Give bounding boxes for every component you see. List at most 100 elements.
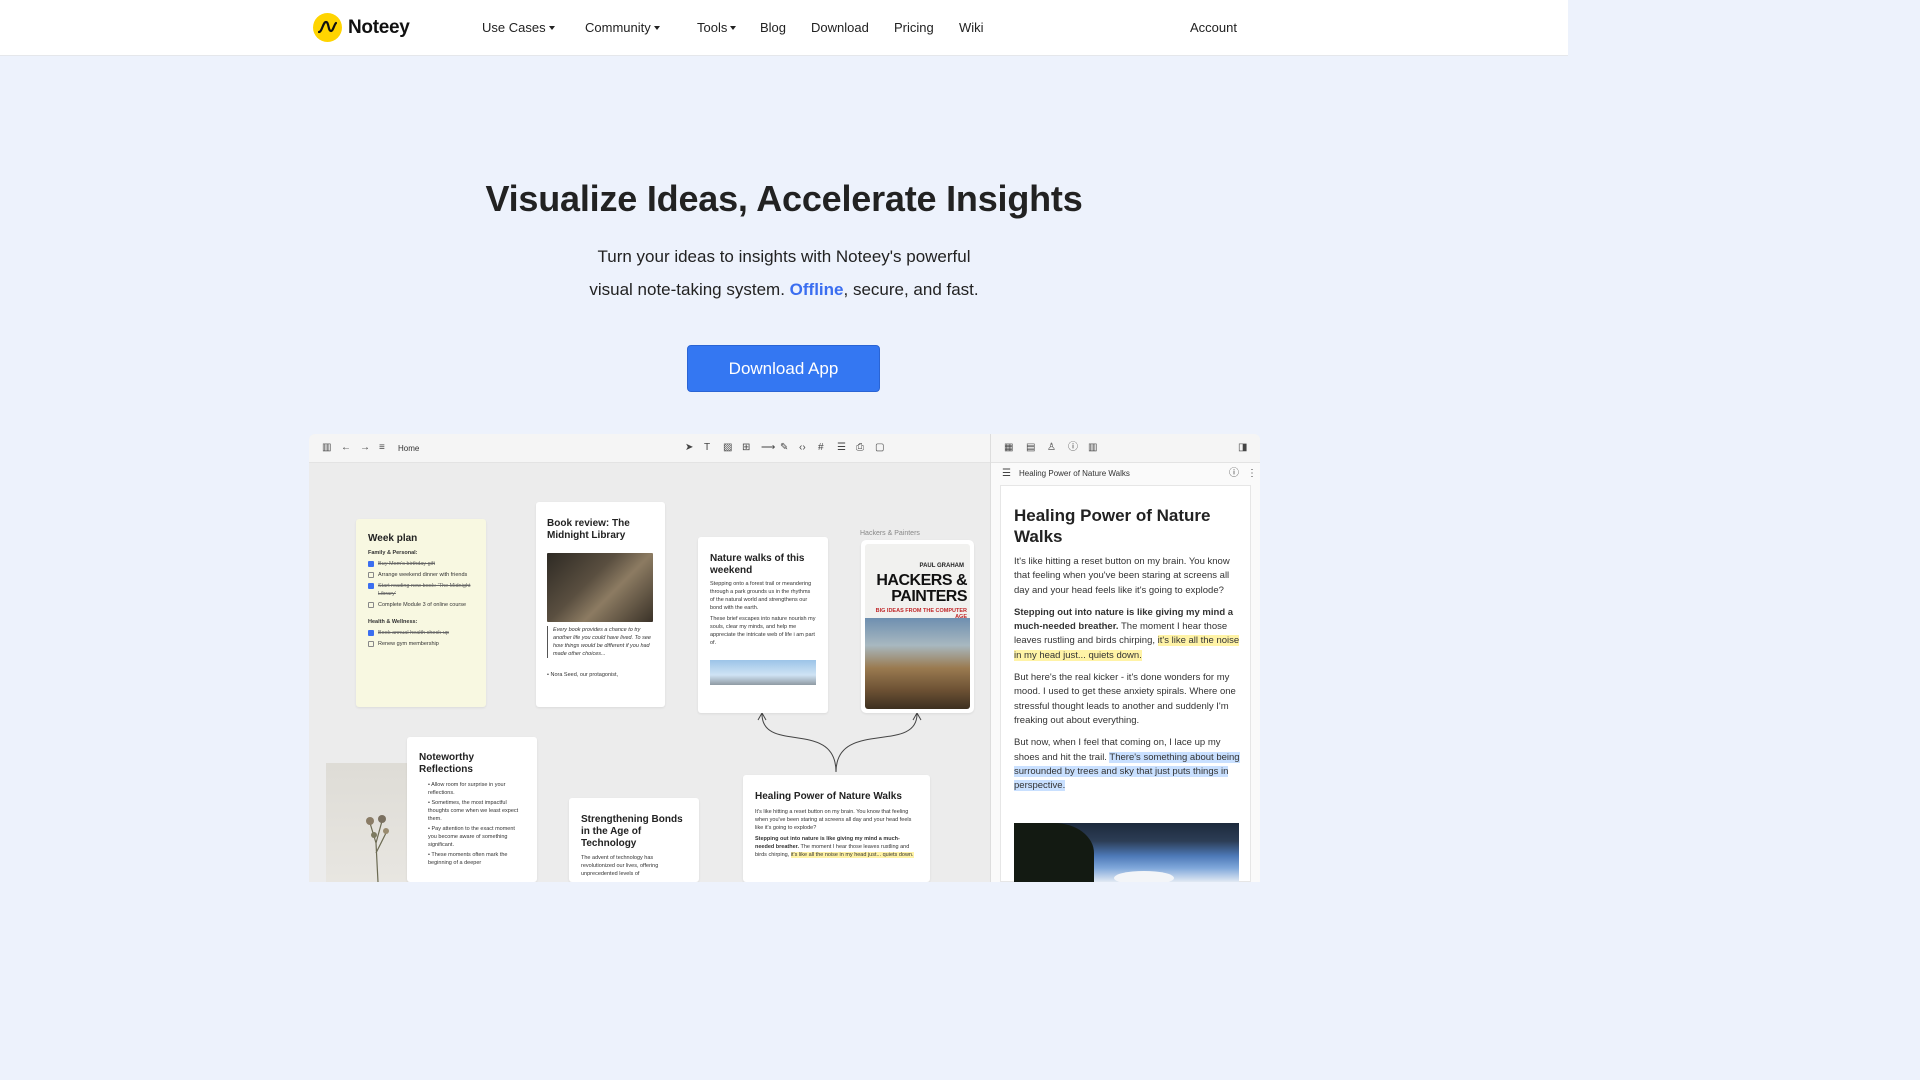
- card-title: Noteworthy Reflections: [419, 752, 474, 775]
- card-title: Strengthening Bonds in the Age of Techno…: [581, 814, 683, 849]
- section-label: Family & Personal:: [368, 550, 418, 556]
- checkbox-icon[interactable]: [368, 572, 374, 578]
- checklist-item[interactable]: Arrange weekend dinner with friends: [368, 571, 474, 579]
- checklist-item[interactable]: Complete Module 3 of online course: [368, 601, 474, 609]
- checklist-item[interactable]: Start reading new book: 'The Midnight Li…: [368, 582, 474, 598]
- paragraph: Stepping out into nature is like giving …: [755, 835, 918, 859]
- checkbox-icon[interactable]: [368, 641, 374, 647]
- tower-of-babel-image: [865, 618, 970, 709]
- checklist-text: Complete Module 3 of online course: [378, 602, 467, 608]
- bullet-text: Nora Seed, our protagonist,: [550, 672, 619, 678]
- card-title: Week plan: [368, 533, 418, 544]
- side-panel: ▦ ▤ ♙ ⓘ ▥ ◨ ☰ Healing Power of Nature Wa…: [990, 434, 1260, 882]
- checklist-text: Buy Mom's birthday gift: [378, 561, 435, 567]
- cloud: [1114, 871, 1174, 882]
- nav-wiki[interactable]: Wiki: [959, 20, 984, 35]
- subtitle-text: , secure, and fast.: [843, 280, 979, 299]
- nav-community[interactable]: Community: [585, 20, 660, 35]
- card-title: Book review: The Midnight Library: [547, 518, 630, 541]
- landscape-photo: [710, 660, 816, 685]
- caret-down-icon: [653, 26, 660, 30]
- nav-pricing[interactable]: Pricing: [894, 20, 934, 35]
- book-author: PAUL GRAHAM: [919, 563, 964, 569]
- hero-subtitle-line2: visual note-taking system. Offline, secu…: [0, 280, 1568, 300]
- nav-label: Use Cases: [482, 20, 546, 35]
- book-review-card[interactable]: Book review: The Midnight Library Every …: [536, 502, 665, 707]
- caret-down-icon: [548, 26, 555, 30]
- bullet-item: • Pay attention to the exact moment you …: [428, 826, 515, 848]
- doc-tab-title[interactable]: Healing Power of Nature Walks: [1019, 469, 1130, 478]
- paragraph: But here's the real kicker - it's done w…: [1014, 672, 1236, 726]
- nav-download[interactable]: Download: [811, 20, 869, 35]
- nav-label: Tools: [697, 20, 728, 35]
- app-preview: ▥ ← → ≡ Home ➤ T ▨ ⊞ ⟶ ✎ ‹› # ☰ ⎙ ▢ Week…: [309, 434, 1260, 882]
- document-view[interactable]: Healing Power of Nature Walks It's like …: [1000, 485, 1251, 882]
- bullet-item: • Allow room for surprise in your reflec…: [428, 782, 506, 796]
- info-icon[interactable]: ⓘ: [1229, 469, 1239, 479]
- nav-use-cases[interactable]: Use Cases: [482, 20, 555, 35]
- stamp-icon[interactable]: ♙: [1047, 443, 1056, 453]
- image-label: Hackers & Painters: [860, 530, 920, 537]
- checklist-item[interactable]: Buy Mom's birthday gift: [368, 560, 474, 568]
- nature-walks-card[interactable]: Nature walks of this weekend Stepping on…: [698, 537, 828, 713]
- outline-icon[interactable]: ☰: [1002, 469, 1011, 479]
- bullet-text: Pay attention to the exact moment you be…: [428, 826, 515, 848]
- checklist-text: Renew gym membership: [378, 641, 439, 647]
- card-title: Nature walks of this weekend: [710, 553, 805, 576]
- bullet-text: Allow room for surprise in your reflecti…: [428, 782, 506, 796]
- hero-subtitle-line1: Turn your ideas to insights with Noteey'…: [597, 247, 971, 266]
- info-icon[interactable]: ⓘ: [1068, 443, 1078, 453]
- nav-account[interactable]: Account: [1190, 20, 1237, 35]
- document-heading: Healing Power of Nature Walks: [1014, 506, 1211, 546]
- tree-silhouette: [1014, 823, 1094, 882]
- logo-icon: [313, 13, 342, 42]
- paragraph: Stepping onto a forest trail or meanderi…: [710, 581, 812, 611]
- checklist-text: Book annual health check-up: [378, 630, 449, 636]
- paragraph: Stepping out into nature is like giving …: [1014, 606, 1240, 663]
- download-app-button[interactable]: Download App: [687, 345, 880, 392]
- paragraph: But now, when I feel that coming on, I l…: [1014, 736, 1240, 793]
- more-vertical-icon[interactable]: ⋮: [1247, 469, 1257, 479]
- checkbox-checked-icon[interactable]: [368, 630, 374, 636]
- bullet-text: Sometimes, the most impactful thoughts c…: [428, 800, 519, 822]
- doc-tab-bar: ☰ Healing Power of Nature Walks ⓘ ⋮: [991, 463, 1260, 485]
- checkbox-icon[interactable]: [368, 602, 374, 608]
- checkbox-checked-icon[interactable]: [368, 583, 374, 589]
- checklist-text: Start reading new book: 'The Midnight Li…: [378, 583, 471, 597]
- logo[interactable]: Noteey: [313, 13, 410, 42]
- book-title-line1: HACKERS &: [876, 572, 967, 589]
- checkbox-checked-icon[interactable]: [368, 561, 374, 567]
- map-icon[interactable]: ▥: [1088, 443, 1097, 453]
- coffee-book-photo: [547, 553, 653, 622]
- paragraph: These brief escapes into nature nourish …: [710, 616, 816, 646]
- checklist-item[interactable]: Book annual health check-up: [368, 629, 474, 637]
- bullet-text: These moments often mark the beginning o…: [428, 852, 508, 866]
- offline-highlight: Offline: [789, 280, 844, 299]
- paragraph: It's like hitting a reset button on my b…: [755, 809, 912, 831]
- quote-text: Every book provides a chance to try anot…: [547, 626, 654, 658]
- card-icon[interactable]: ▤: [1026, 443, 1035, 453]
- caret-down-icon: [730, 26, 737, 30]
- paragraph: It's like hitting a reset button on my b…: [1014, 556, 1230, 596]
- book-title-line2: PAINTERS: [891, 588, 967, 605]
- panel-toggle-icon[interactable]: ◨: [1238, 443, 1247, 453]
- checklist-item[interactable]: Renew gym membership: [368, 640, 474, 648]
- nav-tools[interactable]: Tools: [697, 20, 737, 35]
- section-label: Health & Wellness:: [368, 619, 418, 625]
- bullet-item: • Nora Seed, our protagonist,: [547, 672, 619, 678]
- book-cover: PAUL GRAHAM HACKERS & PAINTERS BIG IDEAS…: [865, 544, 970, 709]
- healing-power-card[interactable]: Healing Power of Nature Walks It's like …: [743, 775, 930, 882]
- nav-blog[interactable]: Blog: [760, 20, 786, 35]
- side-toolbar: ▦ ▤ ♙ ⓘ ▥ ◨: [991, 434, 1260, 463]
- strengthening-bonds-card[interactable]: Strengthening Bonds in the Age of Techno…: [569, 798, 699, 882]
- top-navbar: Noteey Use Cases Community Tools Blog Do…: [0, 0, 1568, 56]
- hero-title: Visualize Ideas, Accelerate Insights: [485, 178, 1083, 219]
- reflections-card[interactable]: Noteworthy Reflections • Allow room for …: [407, 737, 537, 882]
- nav-label: Community: [585, 20, 651, 35]
- week-plan-card[interactable]: Week plan Family & Personal: Buy Mom's b…: [356, 519, 486, 707]
- paragraph: The advent of technology has revolutioni…: [581, 855, 659, 877]
- logo-text: Noteey: [348, 16, 410, 38]
- checklist-text: Arrange weekend dinner with friends: [378, 572, 468, 578]
- book-cover-card[interactable]: PAUL GRAHAM HACKERS & PAINTERS BIG IDEAS…: [861, 540, 974, 713]
- table-icon[interactable]: ▦: [1004, 443, 1013, 453]
